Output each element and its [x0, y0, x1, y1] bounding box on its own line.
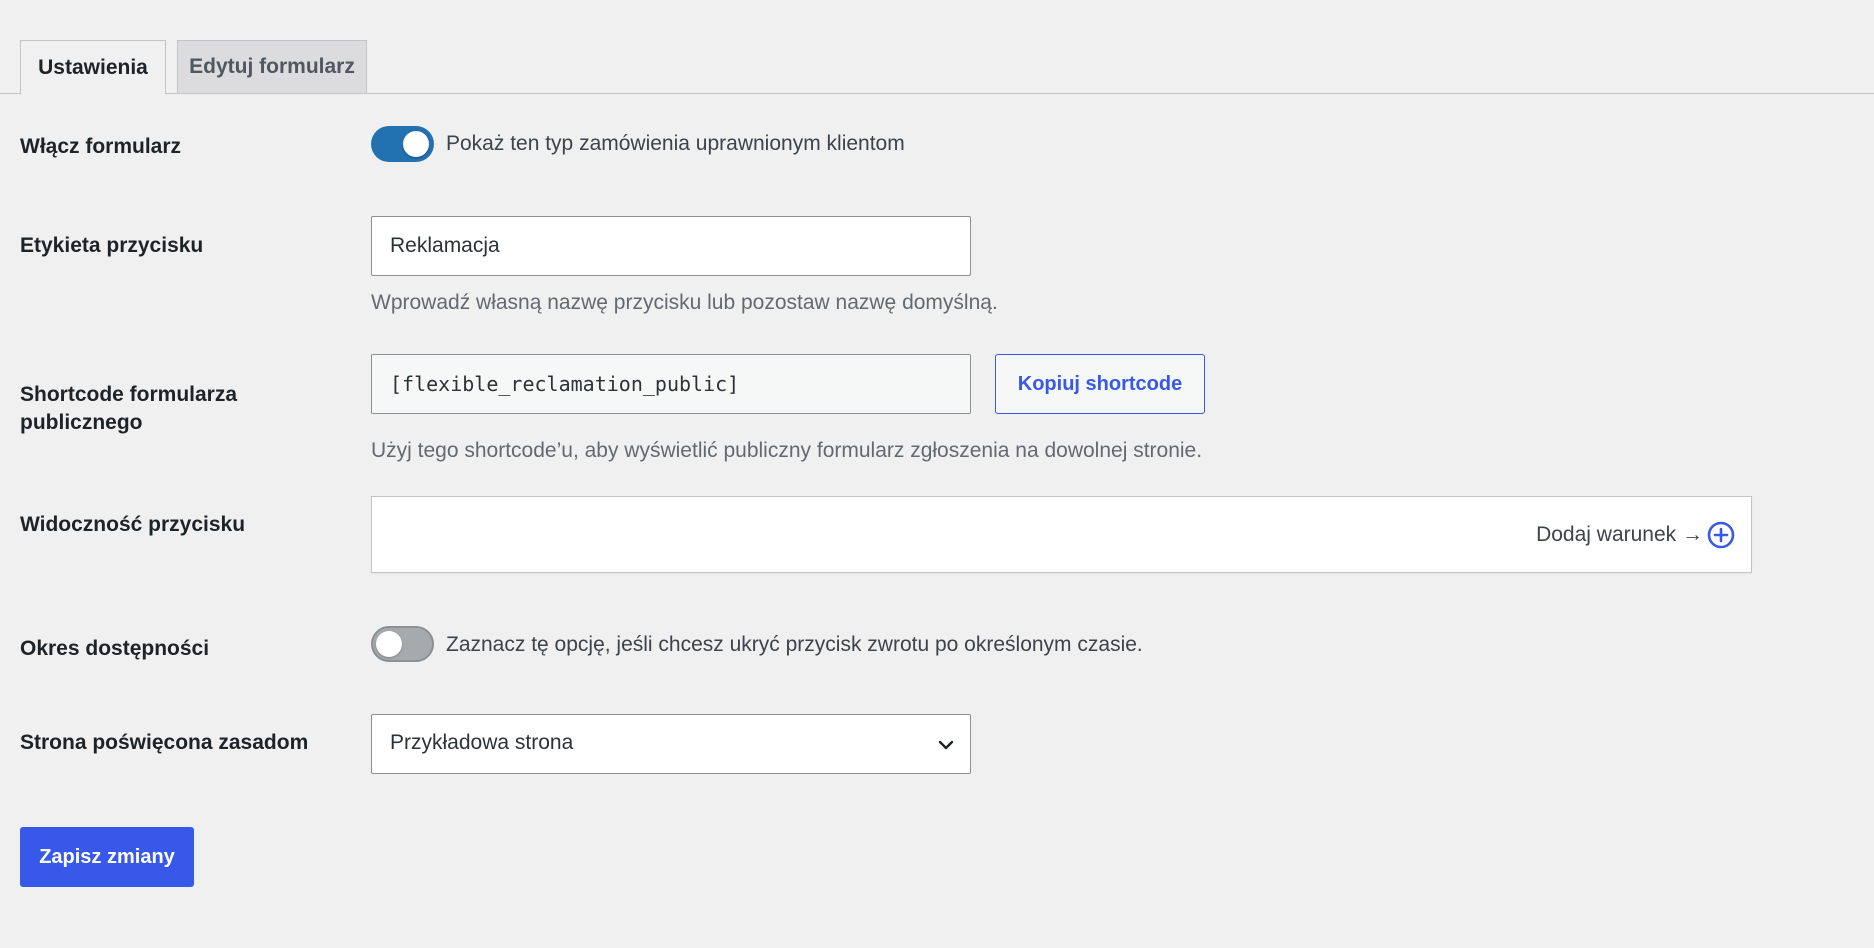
- shortcode-label: Shortcode formularza publicznego: [20, 381, 237, 437]
- enable-form-label: Włącz formularz: [20, 135, 182, 158]
- shortcode-label-line2: publicznego: [20, 411, 143, 434]
- toggle-knob: [376, 631, 402, 657]
- enable-form-description: Pokaż ten typ zamówienia uprawnionym kli…: [446, 132, 905, 155]
- enable-form-toggle[interactable]: [371, 126, 434, 162]
- toggle-knob: [403, 131, 429, 157]
- availability-label: Okres dostępności: [20, 637, 210, 660]
- copy-shortcode-button[interactable]: Kopiuj shortcode: [995, 354, 1205, 414]
- tab-settings[interactable]: Ustawienia: [20, 40, 166, 95]
- plus-circle-icon: [1707, 521, 1735, 549]
- shortcode-help: Użyj tego shortcode’u, aby wyświetlić pu…: [371, 439, 1203, 462]
- availability-toggle[interactable]: [371, 626, 434, 662]
- button-label-help: Wprowadź własną nazwę przycisku lub pozo…: [371, 291, 998, 314]
- add-condition-button[interactable]: Dodaj warunek →: [1536, 521, 1735, 549]
- visibility-label: Widoczność przycisku: [20, 513, 246, 536]
- save-changes-button[interactable]: Zapisz zmiany: [20, 827, 194, 887]
- button-label-label: Etykieta przycisku: [20, 234, 204, 257]
- availability-description: Zaznacz tę opcję, jeśli chcesz ukryć prz…: [446, 633, 1143, 656]
- button-label-input[interactable]: [371, 216, 971, 276]
- tab-bar: Ustawienia Edytuj formularz: [0, 0, 1874, 95]
- shortcode-input[interactable]: [371, 354, 971, 414]
- add-condition-label: Dodaj warunek →: [1536, 523, 1703, 546]
- policy-page-selected: Przykładowa strona: [390, 731, 574, 754]
- visibility-conditions-box: Dodaj warunek →: [371, 496, 1752, 573]
- policy-page-label: Strona poświęcona zasadom: [20, 731, 309, 754]
- tab-edit-form[interactable]: Edytuj formularz: [177, 40, 367, 94]
- chevron-down-icon: [938, 740, 954, 750]
- policy-page-select[interactable]: Przykładowa strona: [371, 714, 971, 774]
- shortcode-label-line1: Shortcode formularza: [20, 383, 238, 406]
